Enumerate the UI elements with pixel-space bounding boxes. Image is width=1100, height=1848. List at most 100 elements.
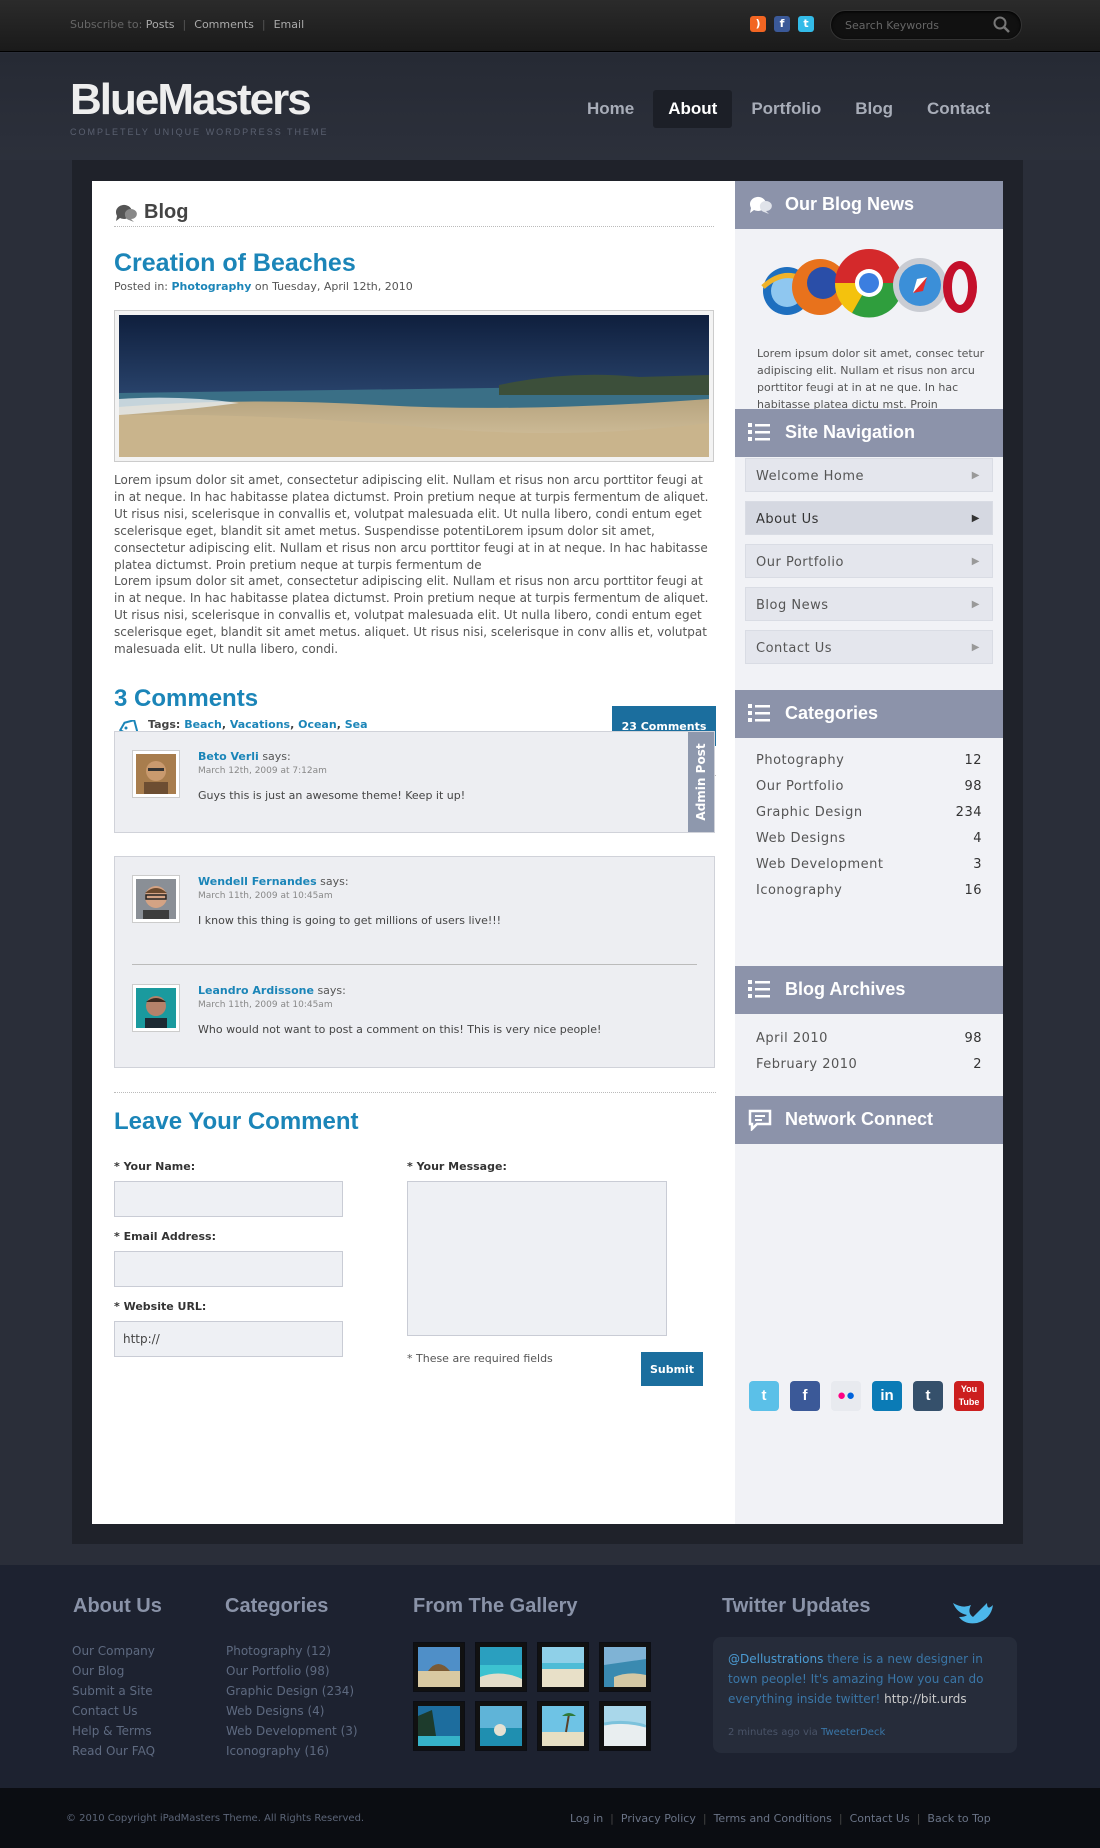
- nav-home[interactable]: Home: [572, 90, 649, 128]
- twitter-icon[interactable]: t: [798, 16, 814, 32]
- footer-link[interactable]: Web Designs (4): [226, 1704, 324, 1718]
- footer-link[interactable]: Our Company: [72, 1644, 155, 1658]
- archive-count: 98: [964, 1031, 982, 1046]
- required-note: * These are required fields: [407, 1352, 553, 1365]
- category-item[interactable]: Iconography 16: [756, 883, 982, 898]
- twitter-icon[interactable]: t: [749, 1381, 779, 1411]
- subscribe-comments-link[interactable]: Comments: [194, 18, 254, 31]
- linkedin-icon[interactable]: in: [872, 1381, 902, 1411]
- comment-author-link[interactable]: Wendell Fernandes: [198, 875, 317, 888]
- facebook-icon[interactable]: f: [790, 1381, 820, 1411]
- browser-logos-image: [757, 245, 982, 329]
- comment-thread-box: Wendell Fernandes says: March 11th, 2009…: [114, 856, 715, 1068]
- email-field[interactable]: [114, 1251, 343, 1287]
- section-divider: [114, 1092, 716, 1093]
- tag-link[interactable]: Ocean: [298, 718, 337, 731]
- gallery-thumbnail[interactable]: [413, 1642, 465, 1692]
- category-item[interactable]: Web Development 3: [756, 857, 982, 872]
- category-item[interactable]: Graphic Design 234: [756, 805, 982, 820]
- rss-icon[interactable]: ): [750, 16, 766, 32]
- top-bar: Subscribe to: Posts | Comments | Email ) f t: [0, 0, 1100, 52]
- sidebar-nav-contact-us[interactable]: Contact Us ▶: [745, 630, 993, 664]
- footer-link[interactable]: Graphic Design (234): [226, 1684, 354, 1698]
- sidebar-nav-blog-news[interactable]: Blog News ▶: [745, 587, 993, 621]
- email-label: * Email Address:: [114, 1230, 216, 1243]
- footer-link[interactable]: Iconography (16): [226, 1744, 329, 1758]
- terms-link[interactable]: Terms and Conditions: [714, 1812, 832, 1825]
- archive-item[interactable]: February 2010 2: [756, 1057, 982, 1072]
- admin-post-label: Admin Post: [694, 743, 708, 821]
- footer-link[interactable]: Help & Terms: [72, 1724, 152, 1738]
- search-input[interactable]: [845, 17, 985, 34]
- footer-link[interactable]: Our Blog: [72, 1664, 124, 1678]
- footer-link[interactable]: Read Our FAQ: [72, 1744, 155, 1758]
- footer-link[interactable]: Photography (12): [226, 1644, 331, 1658]
- comment-author-link[interactable]: Leandro Ardissone: [198, 984, 314, 997]
- chat-bubbles-icon: [748, 194, 774, 221]
- comment-author: Wendell Fernandes says:: [198, 875, 349, 888]
- post-category-link[interactable]: Photography: [172, 280, 252, 293]
- main-nav: Home About Portfolio Blog Contact: [572, 90, 1005, 128]
- name-label: * Your Name:: [114, 1160, 196, 1173]
- contact-link[interactable]: Contact Us: [850, 1812, 910, 1825]
- tumblr-icon[interactable]: t: [913, 1381, 943, 1411]
- gallery-thumbnail[interactable]: [413, 1701, 465, 1751]
- blog-bubble-icon: [114, 202, 138, 230]
- category-item[interactable]: Web Designs 4: [756, 831, 982, 846]
- comment-date: March 12th, 2009 at 7:12am: [198, 766, 327, 776]
- nav-portfolio[interactable]: Portfolio: [736, 90, 836, 128]
- login-link[interactable]: Log in: [570, 1812, 603, 1825]
- gallery-thumbnail[interactable]: [537, 1642, 589, 1692]
- gallery-thumbnail[interactable]: [537, 1701, 589, 1751]
- archive-name: February 2010: [756, 1057, 858, 1072]
- gallery-grid: [413, 1642, 651, 1751]
- privacy-link[interactable]: Privacy Policy: [621, 1812, 696, 1825]
- footer-link[interactable]: Submit a Site: [72, 1684, 153, 1698]
- website-field[interactable]: [114, 1321, 343, 1357]
- tweet-source-link[interactable]: TweeterDeck: [821, 1727, 885, 1738]
- flickr-icon[interactable]: ●●: [831, 1381, 861, 1411]
- gallery-thumbnail[interactable]: [475, 1642, 527, 1692]
- tweet-url-link[interactable]: http://bit.urds: [884, 1692, 966, 1706]
- gallery-thumbnail[interactable]: [599, 1642, 651, 1692]
- posted-in-label: Posted in:: [114, 280, 168, 293]
- sidebar-nav-our-portfolio[interactable]: Our Portfolio ▶: [745, 544, 993, 578]
- post-title[interactable]: Creation of Beaches: [114, 249, 356, 278]
- nav-blog[interactable]: Blog: [840, 90, 908, 128]
- back-to-top-link[interactable]: Back to Top: [927, 1812, 990, 1825]
- subscribe-email-link[interactable]: Email: [274, 18, 305, 31]
- post-meta: Posted in: Photography on Tuesday, April…: [114, 280, 413, 293]
- says-label: says:: [317, 984, 346, 997]
- sidebar-nav-about-us[interactable]: About Us ▶: [745, 501, 993, 535]
- archive-item[interactable]: April 2010 98: [756, 1031, 982, 1046]
- tweet-handle-link[interactable]: @Dellustrations: [728, 1652, 823, 1666]
- footer-link[interactable]: Contact Us: [72, 1704, 138, 1718]
- category-count: 12: [964, 753, 982, 768]
- comment-author-link[interactable]: Beto Verli: [198, 750, 259, 763]
- footer-link[interactable]: Web Development (3): [226, 1724, 358, 1738]
- category-item[interactable]: Photography 12: [756, 753, 982, 768]
- tag-link[interactable]: Vacations: [230, 718, 290, 731]
- name-field[interactable]: [114, 1181, 343, 1217]
- footer-link[interactable]: Our Portfolio (98): [226, 1664, 330, 1678]
- tag-link[interactable]: Beach: [184, 718, 222, 731]
- nav-about[interactable]: About: [653, 90, 733, 128]
- sidebar-nav-label: Our Portfolio: [756, 555, 844, 570]
- tag-link[interactable]: Sea: [345, 718, 368, 731]
- gallery-thumbnail[interactable]: [475, 1701, 527, 1751]
- category-count: 4: [973, 831, 982, 846]
- nav-contact[interactable]: Contact: [912, 90, 1005, 128]
- sidebar-nav-welcome-home[interactable]: Welcome Home ▶: [745, 458, 993, 492]
- youtube-icon[interactable]: You Tube: [954, 1381, 984, 1411]
- subscribe-posts-link[interactable]: Posts: [146, 18, 175, 31]
- sidebar-nav-label: Contact Us: [756, 641, 832, 656]
- chevron-right-icon: ▶: [971, 599, 980, 610]
- gallery-thumbnail[interactable]: [599, 1701, 651, 1751]
- submit-button[interactable]: Submit: [641, 1352, 703, 1386]
- search-icon[interactable]: [993, 16, 1011, 38]
- category-item[interactable]: Our Portfolio 98: [756, 779, 982, 794]
- facebook-icon[interactable]: f: [774, 16, 790, 32]
- site-logo[interactable]: BlueMasters: [70, 75, 312, 125]
- site-navigation-header: Site Navigation: [735, 409, 1003, 457]
- message-field[interactable]: [407, 1181, 667, 1336]
